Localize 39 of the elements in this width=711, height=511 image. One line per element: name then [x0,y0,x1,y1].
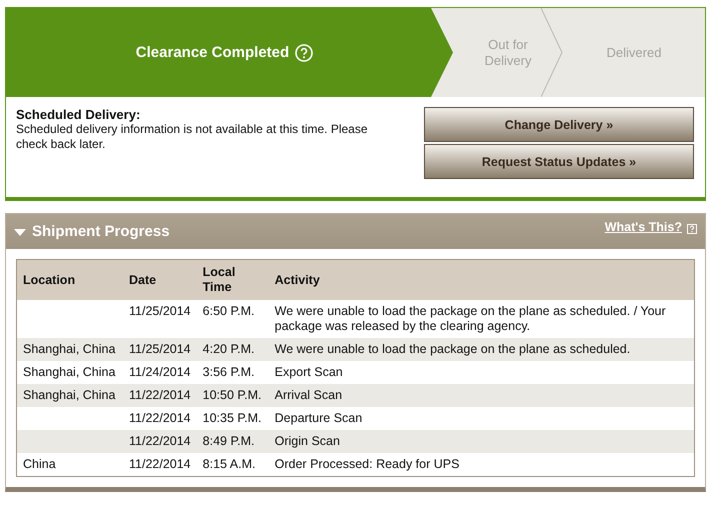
column-header: Date [123,260,197,300]
table-cell: 8:15 A.M. [196,453,269,476]
panel-title: Shipment Progress [32,223,171,240]
action-button[interactable]: Request Status Updates » [424,144,694,179]
table-cell: Shanghai, China [16,384,123,407]
table-cell: Order Processed: Ready for UPS [268,453,694,476]
table-cell: Export Scan [268,361,694,384]
table-cell: Arrival Scan [268,384,694,407]
table-cell: 11/22/2014 [123,430,197,453]
table-cell: 8:49 P.M. [196,430,269,453]
table-cell: 11/22/2014 [123,384,197,407]
table-cell: 11/22/2014 [123,407,197,430]
table-cell: We were unable to load the package on the plane as scheduled. [268,338,694,361]
step-label: Clearance Completed [136,44,290,60]
table-cell: Origin Scan [268,430,694,453]
table-cell: 10:35 P.M. [196,407,269,430]
table-cell: 6:50 P.M. [196,300,269,338]
info-message: Scheduled delivery information is not available at this time. Please check back later. [16,122,369,152]
step-label: Out for Delivery [484,36,532,68]
column-header: Location [16,260,123,300]
table-cell: 10:50 P.M. [196,384,269,407]
table-cell: 4:20 P.M. [196,338,269,361]
table-cell: Shanghai, China [16,338,123,361]
column-header: Local Time [196,260,269,300]
section-heading: Scheduled Delivery: [16,107,142,122]
table-cell: 11/22/2014 [123,453,197,476]
table-cell: We were unable to load the package on the plane as scheduled. / Your package was released by the clearing agency. [268,300,694,338]
column-header: Activity [268,260,694,300]
help-icon[interactable] [687,224,697,234]
table-cell: China [16,453,123,476]
table-cell: 11/25/2014 [123,338,197,361]
table-cell: Departure Scan [268,407,694,430]
help-icon[interactable] [295,44,314,62]
table-cell: Shanghai, China [16,361,123,384]
table-cell: 11/25/2014 [123,300,197,338]
action-button[interactable]: Change Delivery » [424,107,694,142]
step-label: Delivered [606,44,662,60]
table-cell: 3:56 P.M. [196,361,269,384]
table-cell: 11/24/2014 [123,361,197,384]
